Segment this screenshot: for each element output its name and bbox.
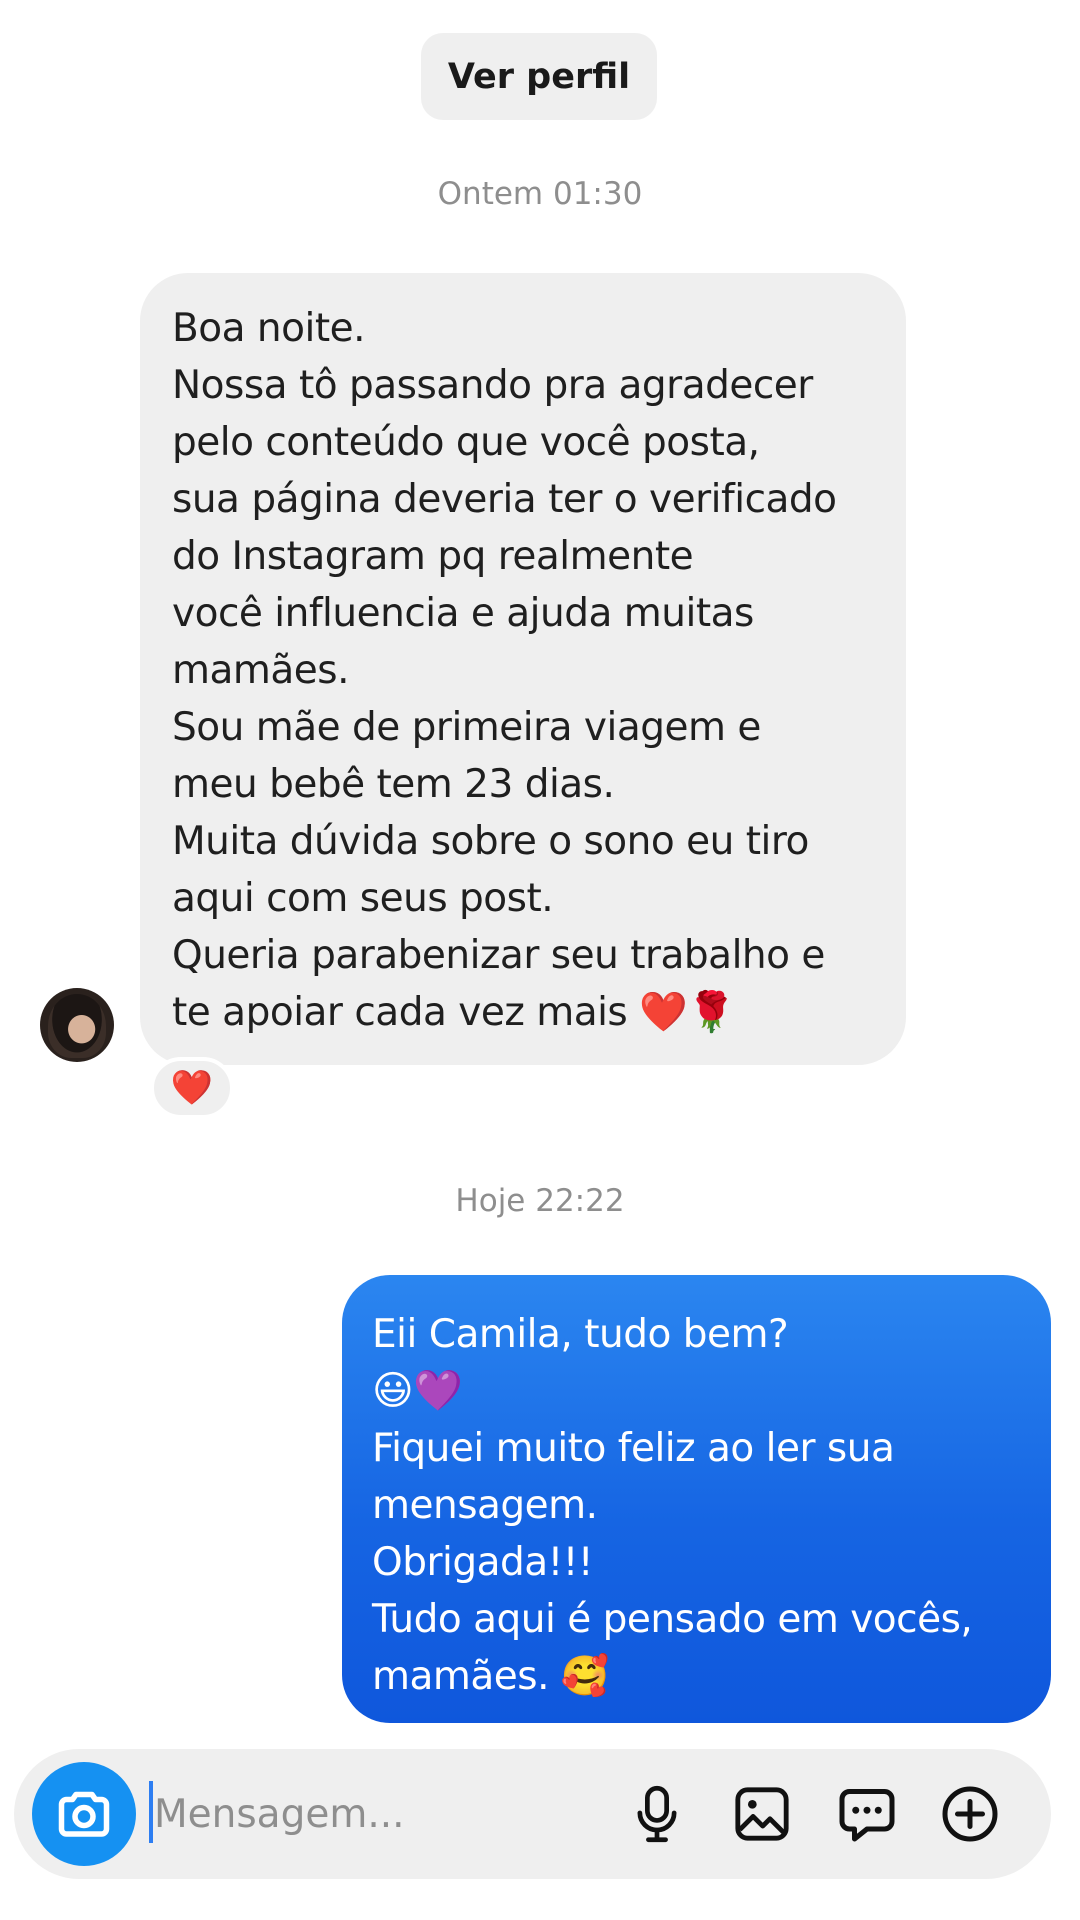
outgoing-message-bubble[interactable]: Eii Camila, tudo bem? 😃💜 Fiquei muito fe… [342,1275,1051,1723]
plus-icon [942,1786,998,1842]
add-button[interactable] [935,1779,1005,1849]
camera-button[interactable] [32,1762,136,1866]
message-composer [14,1749,1051,1879]
gallery-icon [735,1787,789,1841]
timestamp-today: Hoje 22:22 [455,1183,625,1219]
microphone-icon [637,1785,677,1843]
message-line: sua página deveria ter o verificado [172,477,837,522]
heart-reaction[interactable]: ❤️ [150,1057,234,1119]
message-line: te apoiar cada vez mais ❤️🌹 [172,990,736,1035]
gallery-button[interactable] [727,1779,797,1849]
camera-icon [58,1791,110,1837]
message-line: Nossa tô passando pra agradecer [172,363,813,408]
text-cursor [149,1781,153,1843]
message-line: Boa noite. [172,306,366,351]
message-line: Sou mãe de primeira viagem e [172,705,761,750]
microphone-button[interactable] [622,1779,692,1849]
chat-screen: Ver perfil Ontem 01:30 Boa noite. Nossa … [0,0,1080,1920]
message-line: do Instagram pq realmente [172,534,694,579]
message-line: pelo conteúdo que você posta, [172,420,760,465]
message-line: aqui com seus post. [172,876,554,921]
message-line: mamães. [172,648,350,693]
message-line: Muita dúvida sobre o sono eu tiro [172,819,809,864]
message-line: Obrigada!!! [372,1540,594,1585]
message-line: meu bebê tem 23 dias. [172,762,615,807]
timestamp-yesterday: Ontem 01:30 [437,176,643,212]
message-line: você influencia e ajuda muitas [172,591,754,636]
message-line: 😃💜 [372,1368,463,1414]
message-line: Queria parabenizar seu trabalho e [172,933,825,978]
incoming-message-bubble[interactable]: Boa noite. Nossa tô passando pra agradec… [140,273,906,1065]
message-line: mensagem. [372,1483,598,1528]
message-input[interactable] [154,1779,484,1849]
message-line: Tudo aqui é pensado em vocês, [372,1597,973,1642]
sticker-icon [839,1789,895,1842]
message-line: mamães. 🥰 [372,1654,609,1699]
message-line: Eii Camila, tudo bem? [372,1312,789,1357]
avatar-photo [48,994,106,1058]
message-line: Fiquei muito feliz ao ler sua [372,1426,895,1471]
view-profile-button[interactable]: Ver perfil [421,33,657,120]
sticker-button[interactable] [832,1779,902,1849]
avatar[interactable] [40,988,114,1062]
